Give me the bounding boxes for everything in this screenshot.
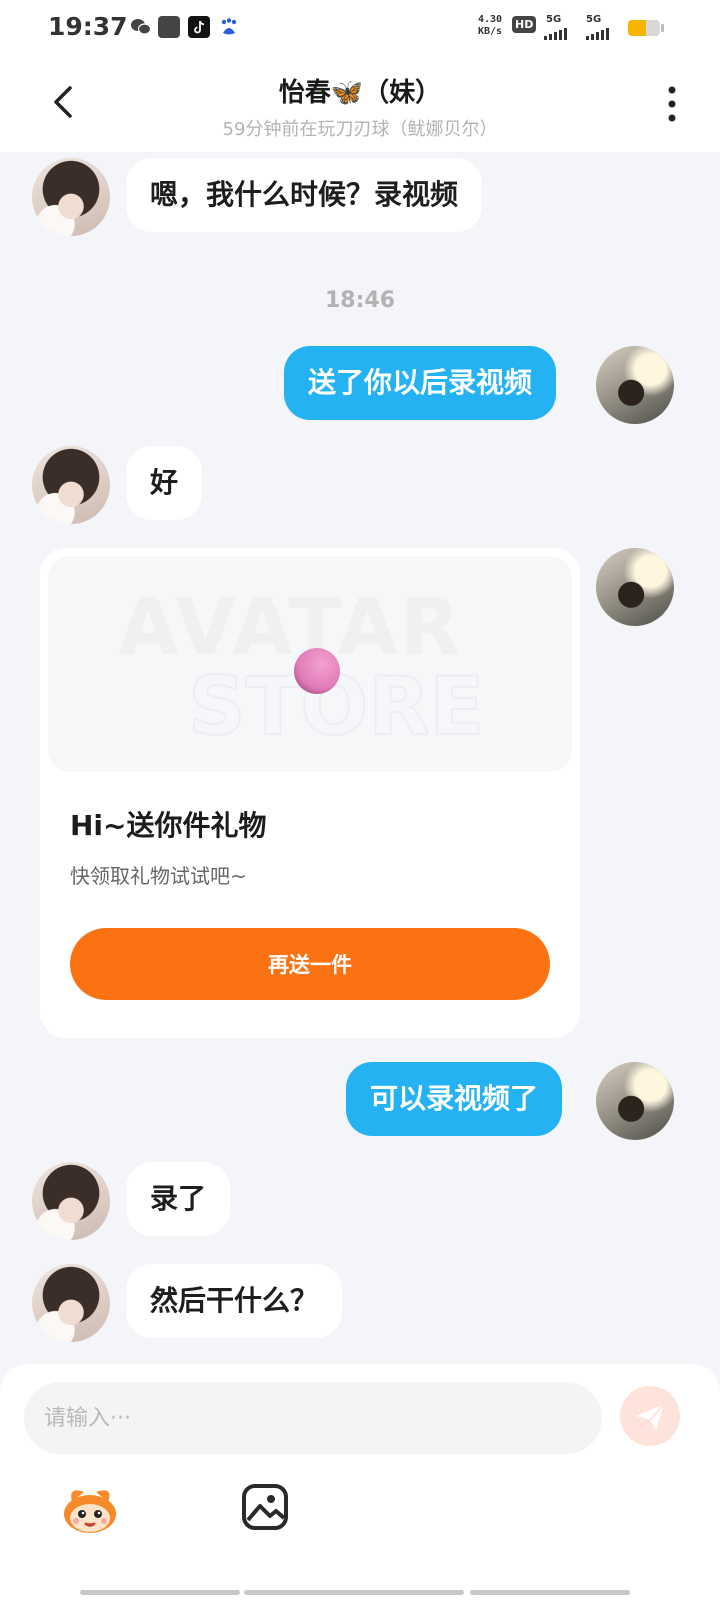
mail-icon (158, 16, 180, 38)
incoming-message-bubble[interactable]: 嗯，我什么时候？录视频 (126, 158, 483, 232)
nav-bar-indicator (244, 1590, 464, 1595)
send-another-gift-button[interactable]: 再送一件 (70, 928, 550, 1000)
my-avatar[interactable] (596, 1062, 674, 1140)
mascot-emoji-icon[interactable] (60, 1482, 120, 1536)
wechat-icon (131, 19, 152, 35)
hd-voice-badge: HD (512, 16, 537, 33)
contact-name: 怡春🦋（妹） (278, 78, 442, 108)
composer-panel (0, 1364, 720, 1600)
contact-avatar[interactable] (32, 1162, 110, 1240)
nav-bar-indicator (470, 1590, 630, 1595)
message-timestamp: 18:46 (324, 288, 396, 313)
outgoing-message-bubble[interactable]: 送了你以后录视频 (284, 346, 557, 420)
my-avatar[interactable] (596, 548, 674, 626)
gift-item-icon (294, 648, 340, 694)
network-speed: 4.30 KB/s (478, 14, 503, 37)
tiktok-icon (188, 16, 210, 38)
send-icon (636, 1403, 665, 1430)
status-time: 19:37 (48, 12, 128, 41)
incoming-message-bubble[interactable]: 好 (126, 446, 203, 520)
back-arrow-icon[interactable] (44, 82, 84, 122)
sim1-signal-icon (544, 28, 567, 40)
image-picker-icon[interactable] (240, 1482, 290, 1532)
more-options-icon[interactable] (664, 84, 680, 124)
sim2-network-label: 5G (586, 14, 602, 25)
chat-header: 怡春🦋（妹） 59分钟前在玩刀刃球（鱿娜贝尔） (0, 56, 720, 152)
contact-avatar[interactable] (32, 446, 110, 524)
outgoing-message-bubble[interactable]: 可以录视频了 (346, 1062, 563, 1136)
incoming-message-bubble[interactable]: 录了 (126, 1162, 231, 1236)
battery-cap (661, 24, 664, 32)
send-button[interactable] (620, 1386, 680, 1446)
contact-avatar[interactable] (32, 158, 110, 236)
nav-bar-indicator (80, 1590, 240, 1595)
gift-image: AVATAR STORE (48, 556, 572, 772)
battery-icon (628, 20, 660, 36)
my-avatar[interactable] (596, 346, 674, 424)
incoming-message-bubble[interactable]: 然后干什么？ (126, 1264, 343, 1338)
sim2-signal-icon (586, 28, 609, 40)
contact-avatar[interactable] (32, 1264, 110, 1342)
contact-activity-status: 59分钟前在玩刀刃球（鱿娜贝尔） (222, 119, 498, 140)
sim1-network-label: 5G (546, 14, 562, 25)
gift-description: 快领取礼物试试吧~ (70, 864, 247, 888)
message-input[interactable] (24, 1382, 602, 1454)
contact-info[interactable]: 怡春🦋（妹） 59分钟前在玩刀刃球（鱿娜贝尔） (160, 72, 560, 141)
gift-title: Hi~送你件礼物 (70, 809, 267, 842)
gift-card[interactable]: AVATAR STORE Hi~送你件礼物 快领取礼物试试吧~ 再送一件 (40, 548, 580, 1038)
status-bar: 19:37 4.30 KB/s HD 5G 5G (0, 0, 720, 56)
baidu-icon (221, 18, 237, 35)
